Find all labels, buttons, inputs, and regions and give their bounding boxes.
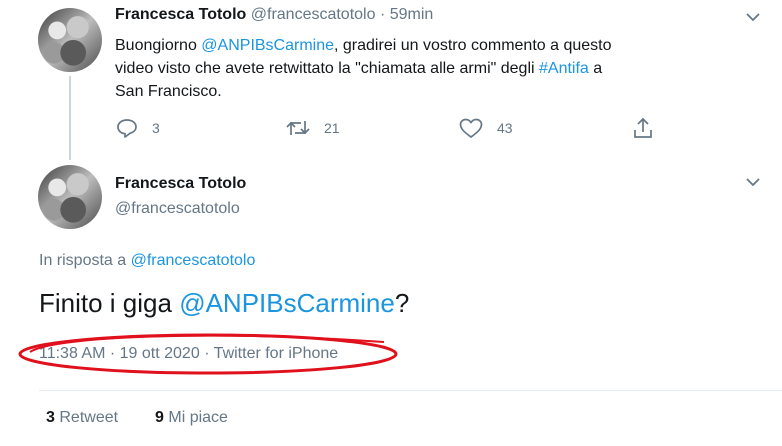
avatar[interactable] (38, 165, 102, 229)
tweet-text-part: Finito i giga (39, 288, 180, 318)
reply-count: 3 (152, 120, 160, 136)
dot-separator: · (379, 6, 386, 23)
reply-to-link[interactable]: @francescatotolo (131, 252, 256, 269)
retweet-stat-count: 3 (46, 409, 55, 426)
chevron-down-icon[interactable] (746, 12, 760, 22)
like-count: 43 (497, 120, 513, 136)
tweet-text: Buongiorno @ANPIBsCarmine, gradirei un v… (115, 34, 635, 103)
like-stat[interactable]: 9 Mi piace (155, 409, 228, 427)
retweet-stat-label: Retweet (59, 409, 119, 426)
reply-icon (117, 119, 137, 138)
tweet-text: Finito i giga @ANPIBsCarmine? (39, 288, 409, 319)
like-action[interactable]: 43 (459, 118, 513, 138)
reply-context: In risposta a @francescatotolo (39, 252, 255, 270)
tweet-text-part: ? (394, 288, 410, 318)
author-name[interactable]: Francesca Totolo (115, 175, 246, 193)
annotation-ellipse (18, 333, 398, 375)
like-icon (459, 118, 483, 138)
reply-action[interactable]: 3 (116, 118, 160, 138)
like-stat-count: 9 (155, 409, 164, 426)
retweet-count: 21 (324, 120, 340, 136)
retweet-action[interactable]: 21 (286, 118, 340, 138)
author-handle[interactable]: @francescatotolo (115, 200, 240, 218)
share-action[interactable] (633, 117, 667, 139)
tweet-text-part: Buongiorno (115, 37, 202, 54)
divider (39, 390, 782, 391)
tweet-time[interactable]: 59min (390, 6, 434, 23)
mention-link[interactable]: @ANPIBsCarmine (179, 288, 395, 318)
hashtag-link[interactable]: #Antifa (539, 60, 589, 77)
author-name[interactable]: Francesca Totolo (115, 6, 246, 23)
tweet-header: Francesca Totolo @francescatotolo · 59mi… (115, 6, 433, 24)
thread-line (69, 76, 71, 160)
avatar[interactable] (38, 8, 102, 72)
like-stat-label: Mi piace (168, 409, 228, 426)
chevron-down-icon[interactable] (746, 177, 760, 187)
mention-link[interactable]: @ANPIBsCarmine (201, 37, 334, 54)
author-handle[interactable]: @francescatotolo (251, 6, 376, 23)
retweet-stat[interactable]: 3 Retweet (46, 409, 118, 427)
retweet-icon (286, 121, 310, 135)
reply-prefix: In risposta a (39, 252, 131, 269)
share-icon (634, 117, 652, 138)
